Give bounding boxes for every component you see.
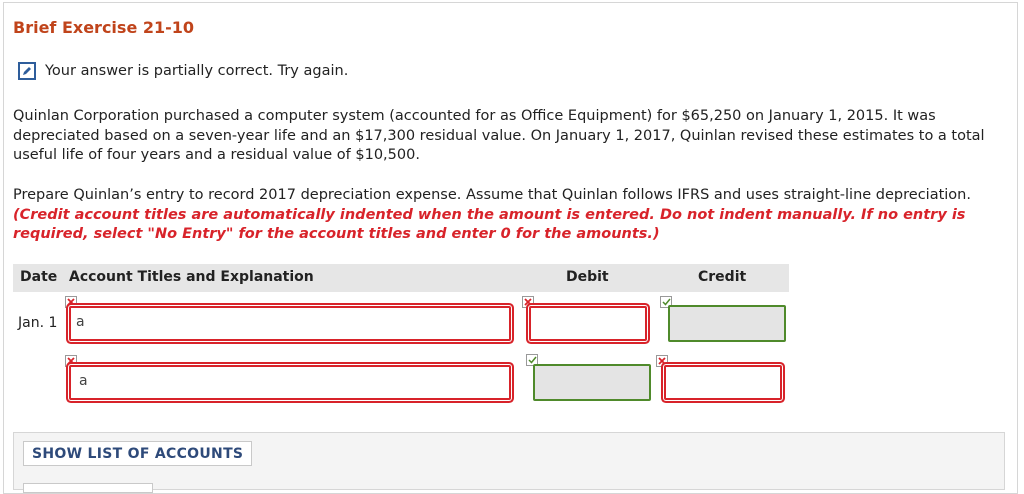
status-text: Your answer is partially correct. Try ag…	[45, 63, 349, 79]
debit-input[interactable]	[529, 306, 647, 341]
header-date: Date	[20, 269, 58, 285]
exercise-title: Brief Exercise 21-10	[13, 18, 195, 37]
credit-input[interactable]	[664, 365, 782, 400]
secondary-button[interactable]	[23, 483, 153, 493]
account-title-input[interactable]: a	[69, 365, 511, 400]
entry-instructions: (Credit account titles are automatically…	[13, 206, 966, 243]
question-paragraph-1: Quinlan Corporation purchased a computer…	[13, 108, 985, 163]
credit-input[interactable]	[668, 305, 786, 342]
debit-input[interactable]	[533, 364, 651, 401]
header-credit: Credit	[698, 269, 747, 285]
question-paragraph-2: Prepare Quinlan’s entry to record 2017 d…	[13, 186, 1013, 245]
pencil-edit-icon	[18, 62, 36, 80]
header-debit: Debit	[566, 269, 609, 285]
question-instruction: Prepare Quinlan’s entry to record 2017 d…	[13, 187, 971, 203]
answer-status: Your answer is partially correct. Try ag…	[18, 62, 348, 80]
header-account: Account Titles and Explanation	[69, 269, 314, 285]
row-date: Jan. 1	[18, 315, 58, 331]
account-title-value: a	[76, 314, 85, 330]
account-title-value: a	[79, 373, 88, 389]
journal-table-header: Date Account Titles and Explanation Debi…	[13, 264, 789, 292]
account-title-input[interactable]: a	[69, 306, 511, 341]
show-list-of-accounts-button[interactable]: SHOW LIST OF ACCOUNTS	[23, 441, 253, 466]
